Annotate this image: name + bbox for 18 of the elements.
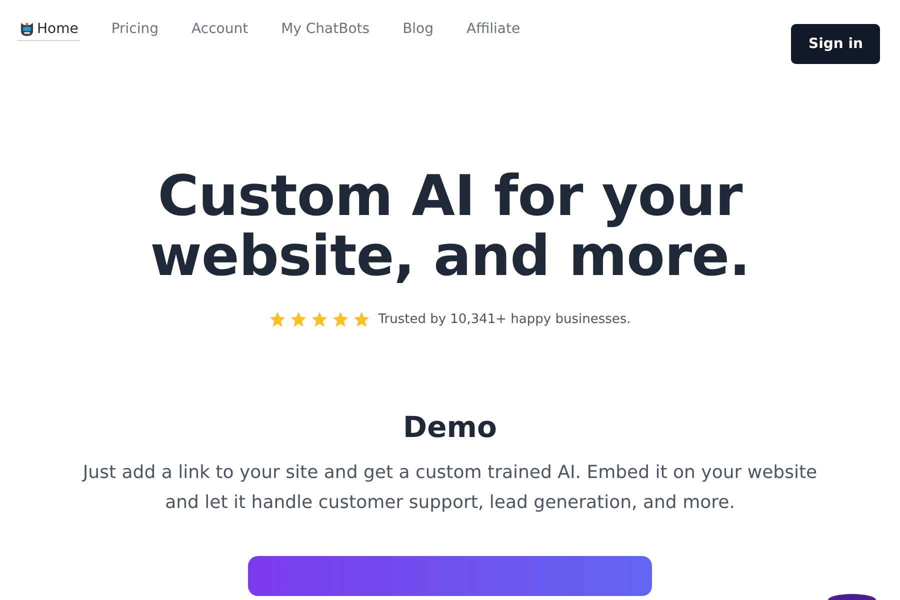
star-icon [290, 311, 308, 328]
nav-link[interactable]: Account [190, 18, 250, 41]
star-icon [269, 311, 286, 328]
star-icon [332, 311, 350, 328]
nav-link[interactable]: My ChatBots [279, 18, 372, 41]
star-icon [353, 311, 370, 328]
sign-in-button[interactable]: Sign in [791, 24, 880, 64]
star-icon [311, 311, 328, 328]
hero-heading: Custom AI for your website, and more. [150, 167, 750, 287]
nav-link[interactable]: Home [17, 18, 80, 41]
nav-link[interactable]: Affiliate [464, 18, 522, 41]
chat-bubble-button[interactable] [828, 594, 876, 600]
nav-link[interactable]: Pricing [109, 18, 161, 41]
bot-mascot-icon [19, 21, 35, 37]
trust-text: Trusted by 10,341+ happy businesses. [378, 312, 631, 327]
nav-link[interactable]: Blog [400, 18, 436, 41]
demo-heading: Demo [403, 410, 497, 444]
demo-description: Just add a link to your site and get a custom trained AI. Embed it on your website and let it handle customer support, lead generation, and more. [82, 461, 818, 515]
